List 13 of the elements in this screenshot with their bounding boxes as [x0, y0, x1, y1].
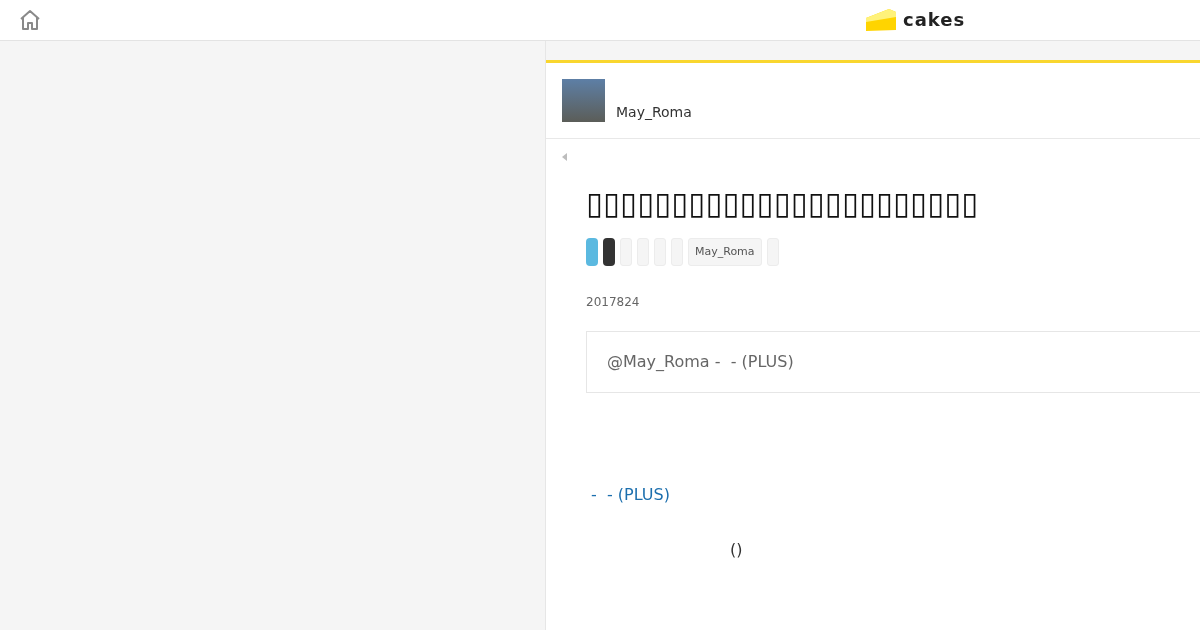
home-icon[interactable]: [19, 9, 41, 31]
author-name[interactable]: May_Roma: [616, 102, 692, 122]
logo-text[interactable]: cakes: [903, 11, 966, 29]
avatar-photo-placeholder: [562, 79, 605, 122]
share-button[interactable]: [603, 238, 615, 266]
caption-text: (): [730, 540, 743, 559]
caret-left-icon[interactable]: [562, 153, 567, 161]
summary-box: @May_Roma - - (PLUS): [586, 331, 1200, 393]
tag-chip[interactable]: May_Roma: [688, 238, 762, 266]
article-title: ▯▯▯▯▯▯▯▯▯▯▯▯▯▯▯▯▯▯▯▯▯▯▯: [586, 184, 980, 223]
publish-date: 2017824: [586, 294, 641, 310]
cake-icon: [865, 8, 897, 32]
article-link[interactable]: - - (PLUS): [591, 485, 670, 504]
